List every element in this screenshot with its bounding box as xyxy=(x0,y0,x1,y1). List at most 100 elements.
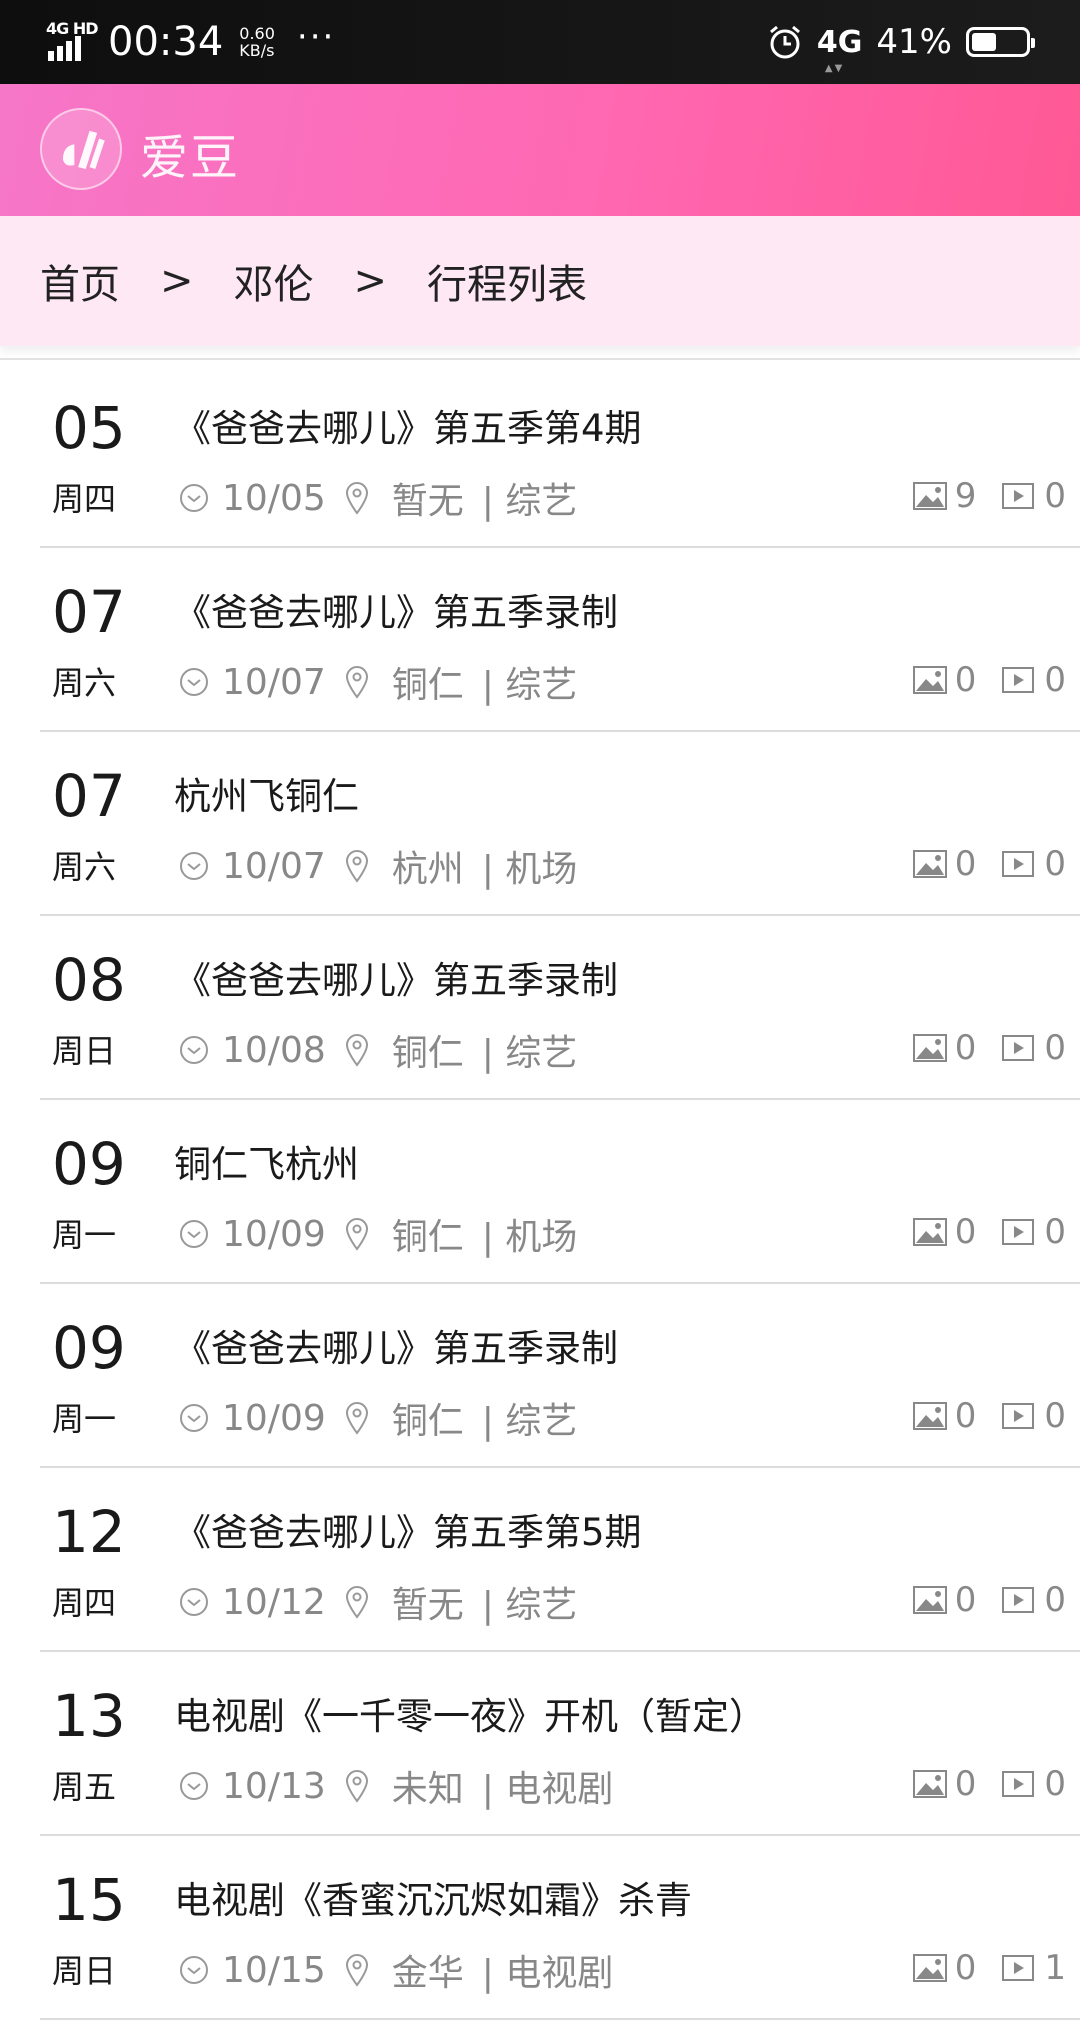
status-bar: 4G HD 00:34 0.60 KB/s ··· 4G ▲▼ 41% xyxy=(0,0,1080,84)
app-header: 爱豆 xyxy=(0,84,1080,216)
schedule-weekday: 周五 xyxy=(52,1768,117,1806)
breadcrumb-separator: > xyxy=(160,258,194,304)
video-icon xyxy=(1002,1219,1035,1245)
video-count: 0 xyxy=(1044,660,1066,700)
schedule-day: 07 xyxy=(52,578,126,646)
schedule-category: | 机场 xyxy=(481,1217,578,1258)
photo-count: 0 xyxy=(954,1764,977,1804)
schedule-title: 电视剧《香蜜沉沉烬如霜》杀青 xyxy=(174,1879,692,1922)
video-count: 0 xyxy=(1044,1028,1066,1068)
location-pin-icon xyxy=(345,1034,368,1067)
schedule-meta: 10/08 铜仁 | 综艺 xyxy=(178,1024,583,1076)
mobile-data-indicator: 4G ▲▼ xyxy=(817,25,863,74)
location-pin-icon xyxy=(345,666,368,699)
image-icon xyxy=(912,1586,947,1614)
network-speed: 0.60 KB/s xyxy=(239,25,275,59)
photo-count: 0 xyxy=(954,1580,977,1620)
video-count: 0 xyxy=(1044,1764,1066,1804)
schedule-meta: 10/12 暂无 | 综艺 xyxy=(178,1576,583,1628)
schedule-date: 10/09 xyxy=(222,1213,326,1255)
schedule-stats: 9 0 xyxy=(912,476,1066,516)
video-count: 0 xyxy=(1044,1212,1066,1252)
schedule-day: 09 xyxy=(52,1314,126,1382)
schedule-meta: 10/13 未知 | 电视剧 xyxy=(178,1760,619,1812)
video-count: 0 xyxy=(1044,1580,1066,1620)
schedule-category: | 电视剧 xyxy=(481,1769,614,1810)
schedule-location: 暂无 xyxy=(391,481,464,522)
clock-icon xyxy=(180,1956,208,1984)
schedule-day: 13 xyxy=(52,1682,126,1750)
battery-percent: 41% xyxy=(876,22,952,62)
image-icon xyxy=(912,1770,947,1798)
video-count: 0 xyxy=(1044,476,1066,516)
video-icon xyxy=(1002,851,1035,877)
video-count: 0 xyxy=(1044,844,1066,884)
schedule-day: 15 xyxy=(52,1866,126,1934)
schedule-meta: 10/09 铜仁 | 综艺 xyxy=(178,1392,583,1444)
schedule-title: 铜仁飞杭州 xyxy=(174,1143,359,1186)
schedule-row[interactable]: 09 周一 《爸爸去哪儿》第五季录制 10/09 铜仁 | 综艺 0 0 xyxy=(0,1284,1080,1468)
schedule-meta: 10/05 暂无 | 综艺 xyxy=(178,472,583,524)
photo-count: 0 xyxy=(954,1028,977,1068)
schedule-date: 10/15 xyxy=(222,1949,326,1991)
schedule-weekday: 周一 xyxy=(52,1400,117,1438)
schedule-title: 《爸爸去哪儿》第五季录制 xyxy=(174,1327,618,1370)
location-pin-icon xyxy=(345,1586,368,1619)
schedule-row[interactable]: 13 周五 电视剧《一千零一夜》开机（暂定） 10/13 未知 | 电视剧 0 xyxy=(0,1652,1080,1836)
clock-icon xyxy=(180,1036,208,1064)
schedule-date: 10/07 xyxy=(222,845,326,887)
video-icon xyxy=(1002,1771,1035,1797)
status-time: 00:34 xyxy=(108,19,224,65)
schedule-day: 07 xyxy=(52,762,126,830)
schedule-weekday: 周六 xyxy=(52,664,117,702)
schedule-date: 10/07 xyxy=(222,661,326,703)
app-logo-icon xyxy=(40,108,122,190)
schedule-category: | 综艺 xyxy=(481,665,578,706)
breadcrumb-home[interactable]: 首页 xyxy=(40,252,120,310)
location-pin-icon xyxy=(345,1770,368,1803)
schedule-title: 《爸爸去哪儿》第五季录制 xyxy=(174,591,618,634)
schedule-day: 12 xyxy=(52,1498,126,1566)
image-icon xyxy=(912,1218,947,1246)
breadcrumb: 首页 > 邓伦 > 行程列表 xyxy=(0,216,1080,346)
schedule-weekday: 周日 xyxy=(52,1952,117,1990)
clock-icon xyxy=(180,852,208,880)
video-icon xyxy=(1002,1403,1035,1429)
location-pin-icon xyxy=(345,1402,368,1435)
schedule-title: 《爸爸去哪儿》第五季第4期 xyxy=(174,407,642,450)
schedule-stats: 0 0 xyxy=(912,844,1066,884)
clock-icon xyxy=(180,1588,208,1616)
schedule-meta: 10/07 铜仁 | 综艺 xyxy=(178,656,583,708)
schedule-row[interactable]: 12 周四 《爸爸去哪儿》第五季第5期 10/12 暂无 | 综艺 0 0 xyxy=(0,1468,1080,1652)
clock-icon xyxy=(180,1772,208,1800)
schedule-location: 铜仁 xyxy=(391,1401,464,1442)
schedule-stats: 0 0 xyxy=(912,660,1066,700)
schedule-row[interactable]: 08 周日 《爸爸去哪儿》第五季录制 10/08 铜仁 | 综艺 0 0 xyxy=(0,916,1080,1100)
breadcrumb-artist[interactable]: 邓伦 xyxy=(234,252,314,310)
schedule-category: | 综艺 xyxy=(481,1585,578,1626)
schedule-day: 09 xyxy=(52,1130,126,1198)
location-pin-icon xyxy=(345,1954,368,1987)
schedule-location: 暂无 xyxy=(391,1585,464,1626)
schedule-row[interactable]: 07 周六 杭州飞铜仁 10/07 杭州 | 机场 0 0 xyxy=(0,732,1080,916)
schedule-date: 10/12 xyxy=(222,1581,326,1623)
schedule-title: 杭州飞铜仁 xyxy=(174,775,359,818)
schedule-stats: 0 0 xyxy=(912,1764,1066,1804)
schedule-category: | 综艺 xyxy=(481,1401,578,1442)
schedule-stats: 0 0 xyxy=(912,1028,1066,1068)
schedule-title: 《爸爸去哪儿》第五季第5期 xyxy=(174,1511,642,1554)
schedule-weekday: 周四 xyxy=(52,1584,117,1622)
schedule-row[interactable]: 07 周六 《爸爸去哪儿》第五季录制 10/07 铜仁 | 综艺 0 0 xyxy=(0,548,1080,732)
schedule-meta: 10/07 杭州 | 机场 xyxy=(178,840,583,892)
video-count: 1 xyxy=(1044,1948,1066,1988)
schedule-row[interactable]: 05 周四 《爸爸去哪儿》第五季第4期 10/05 暂无 | 综艺 9 0 xyxy=(0,364,1080,548)
schedule-row[interactable]: 09 周一 铜仁飞杭州 10/09 铜仁 | 机场 0 0 xyxy=(0,1100,1080,1284)
photo-count: 0 xyxy=(954,1948,977,1988)
schedule-category: | 综艺 xyxy=(481,1033,578,1074)
schedule-weekday: 周六 xyxy=(52,848,117,886)
schedule-category: | 机场 xyxy=(481,849,578,890)
schedule-location: 铜仁 xyxy=(391,1217,464,1258)
photo-count: 0 xyxy=(954,660,977,700)
schedule-row[interactable]: 15 周日 电视剧《香蜜沉沉烬如霜》杀青 10/15 金华 | 电视剧 0 1 xyxy=(0,1836,1080,2020)
schedule-day: 08 xyxy=(52,946,126,1014)
